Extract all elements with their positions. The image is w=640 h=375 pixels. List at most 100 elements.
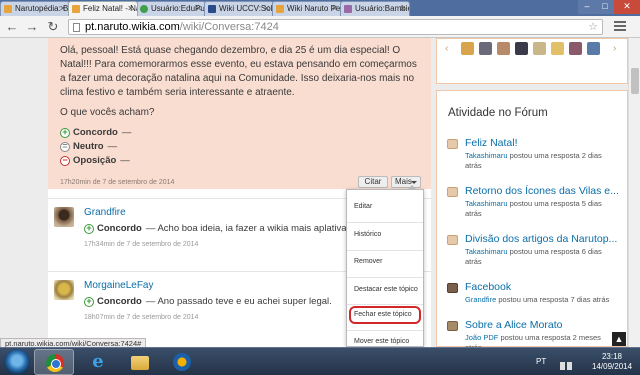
internet-explorer-icon: e bbox=[92, 351, 104, 372]
avatar[interactable] bbox=[551, 42, 564, 55]
activity-summary: Takashimaru postou uma resposta 6 dias a… bbox=[465, 247, 615, 267]
activity-title-link[interactable]: Feliz Natal! bbox=[465, 137, 623, 149]
poll-dash: — bbox=[107, 141, 118, 152]
chevron-left-icon[interactable]: ‹ bbox=[445, 43, 448, 54]
browser-menu-icon[interactable] bbox=[614, 21, 626, 33]
wiki-favicon-icon bbox=[208, 5, 216, 13]
avatar[interactable] bbox=[569, 42, 582, 55]
activity-summary: Grandfire postou uma resposta 7 dias atr… bbox=[465, 295, 615, 305]
quote-button[interactable]: Citar bbox=[358, 176, 388, 188]
reply-username[interactable]: MorgaineLeFay bbox=[84, 280, 153, 291]
avatar[interactable] bbox=[587, 42, 600, 55]
system-tray[interactable] bbox=[560, 357, 580, 370]
close-tab-icon[interactable]: ✕ bbox=[127, 2, 134, 16]
menu-item-remover[interactable]: Remover bbox=[347, 255, 423, 269]
activity-item: Feliz Natal! Takashimaru postou uma resp… bbox=[447, 137, 623, 177]
avatar[interactable] bbox=[479, 42, 492, 55]
activity-user-link[interactable]: Takashimaru bbox=[465, 199, 508, 208]
menu-item-fechar[interactable]: Fechar este tópico bbox=[347, 308, 423, 322]
activity-title-link[interactable]: Divisão dos artigos da Narutop... bbox=[465, 233, 623, 245]
avatar[interactable] bbox=[54, 280, 74, 300]
tab-narutopedia[interactable]: Narutopédia: Be ✕ bbox=[0, 1, 70, 16]
tab-wiki-uccv[interactable]: Wiki UCCV:Sobre ✕ bbox=[204, 1, 274, 16]
minimize-window-button[interactable]: – bbox=[578, 0, 596, 14]
chevron-right-icon[interactable]: › bbox=[613, 43, 616, 54]
avatar[interactable] bbox=[497, 42, 510, 55]
close-tab-icon[interactable]: ✕ bbox=[331, 2, 338, 16]
close-tab-icon[interactable]: ✕ bbox=[59, 2, 66, 16]
user-favicon-icon bbox=[140, 5, 148, 13]
page-scrollbar[interactable] bbox=[628, 38, 640, 347]
menu-item-destacar[interactable]: Destacar este tópico bbox=[347, 283, 423, 297]
close-tab-icon[interactable]: ✕ bbox=[399, 2, 406, 16]
activity-title-link[interactable]: Sobre a Alice Morato bbox=[465, 319, 623, 331]
bookmark-star-icon[interactable]: ☆ bbox=[588, 20, 598, 34]
activity-desc: postou uma resposta 7 dias atrás bbox=[496, 295, 610, 304]
close-window-button[interactable]: ✕ bbox=[614, 0, 640, 14]
scrollbar-thumb[interactable] bbox=[631, 68, 639, 94]
sidebar-top-module: ‹ › bbox=[436, 38, 628, 84]
reload-icon[interactable]: ↻ bbox=[45, 19, 61, 35]
activity-user-link[interactable]: Takashimaru bbox=[465, 151, 508, 160]
menu-divider bbox=[347, 277, 423, 278]
menu-item-historico[interactable]: Histórico bbox=[347, 228, 423, 242]
taskbar-clock[interactable]: 23:18 14/09/2014 bbox=[592, 352, 632, 372]
menu-divider bbox=[347, 222, 423, 223]
battery-icon bbox=[560, 362, 565, 370]
activity-title-link[interactable]: Facebook bbox=[465, 281, 623, 293]
avatar[interactable] bbox=[461, 42, 474, 55]
taskbar-file-explorer[interactable] bbox=[120, 349, 160, 375]
poll-label: Oposição bbox=[73, 155, 117, 166]
browser-tab-strip: Narutopédia: Be ✕ Feliz Natal! - Na ✕ Us… bbox=[0, 0, 640, 16]
activity-user-link[interactable]: Grandfire bbox=[465, 295, 496, 304]
activity-user-link[interactable]: João PDF bbox=[465, 333, 498, 342]
reply-timestamp[interactable]: 18h07min de 7 de setembro de 2014 bbox=[84, 314, 198, 321]
plus-circle-icon: + bbox=[84, 223, 94, 234]
reply-text: — Ano passado teve e eu achei super lega… bbox=[145, 296, 332, 307]
avatar[interactable] bbox=[515, 42, 528, 55]
back-arrow-icon[interactable]: ← bbox=[4, 19, 20, 35]
activity-user-link[interactable]: Takashimaru bbox=[465, 247, 508, 256]
avatar[interactable] bbox=[533, 42, 546, 55]
reply-vote: Concordo bbox=[97, 223, 142, 234]
start-button-icon[interactable] bbox=[4, 349, 30, 375]
page-viewport: Olá, pessoal! Está quase chegando dezemb… bbox=[0, 38, 640, 347]
activity-title-link[interactable]: Retorno dos Ícones das Vilas e... bbox=[465, 185, 623, 197]
tab-wiki-naruto[interactable]: Wiki Naruto Ped ✕ bbox=[272, 1, 342, 16]
close-tab-icon[interactable]: ✕ bbox=[195, 2, 202, 16]
poll-line-neutro: = Neutro — bbox=[60, 140, 419, 154]
activity-summary: Takashimaru postou uma resposta 2 dias a… bbox=[465, 151, 615, 171]
reply-username[interactable]: Grandfire bbox=[84, 207, 126, 218]
tab-usuario-edupuff[interactable]: Usuário:EduPuff ✕ bbox=[136, 1, 206, 16]
tab-usuario-bambiet[interactable]: Usuário:Bambiet ✕ bbox=[340, 1, 410, 16]
poll-label: Concordo bbox=[73, 127, 118, 138]
forum-activity-module: Atividade no Fórum Feliz Natal! Takashim… bbox=[436, 90, 628, 347]
poll-dash: — bbox=[120, 155, 130, 166]
folder-icon bbox=[131, 356, 149, 370]
reply-text: — Acho boa ideia, ia fazer a wikia mais … bbox=[145, 223, 350, 234]
close-tab-icon[interactable]: ✕ bbox=[263, 2, 270, 16]
post-timestamp[interactable]: 17h20min de 7 de setembro de 2014 bbox=[60, 176, 174, 190]
minus-circle-icon: − bbox=[60, 156, 70, 166]
taskbar-app[interactable] bbox=[162, 349, 202, 375]
equals-circle-icon: = bbox=[60, 142, 70, 152]
avatar[interactable] bbox=[54, 207, 74, 227]
address-bar[interactable]: pt.naruto.wikia.com/wiki/Conversa:7424 ☆ bbox=[68, 19, 603, 35]
menu-pointer bbox=[407, 185, 417, 190]
poll-dash: — bbox=[121, 127, 132, 138]
wiki-favicon-icon bbox=[344, 5, 352, 13]
browser-toolbar: ← → ↻ pt.naruto.wikia.com/wiki/Conversa:… bbox=[0, 16, 640, 38]
tab-feliz-natal[interactable]: Feliz Natal! - Na ✕ bbox=[68, 1, 138, 16]
forward-arrow-icon[interactable]: → bbox=[24, 19, 40, 35]
maximize-window-button[interactable]: □ bbox=[596, 0, 614, 14]
menu-item-editar[interactable]: Editar bbox=[347, 200, 423, 214]
activity-summary: Takashimaru postou uma resposta 5 dias a… bbox=[465, 199, 615, 219]
reply-timestamp[interactable]: 17h34min de 7 de setembro de 2014 bbox=[84, 241, 198, 248]
taskbar-internet-explorer[interactable]: e bbox=[78, 349, 118, 375]
menu-divider bbox=[347, 250, 423, 251]
menu-item-mover[interactable]: Mover este tópico bbox=[347, 335, 423, 347]
plus-circle-icon: + bbox=[84, 296, 94, 307]
language-indicator[interactable]: PT bbox=[536, 357, 546, 366]
taskbar-chrome[interactable] bbox=[34, 349, 74, 375]
scroll-to-top-icon[interactable]: ▲ bbox=[612, 332, 626, 346]
